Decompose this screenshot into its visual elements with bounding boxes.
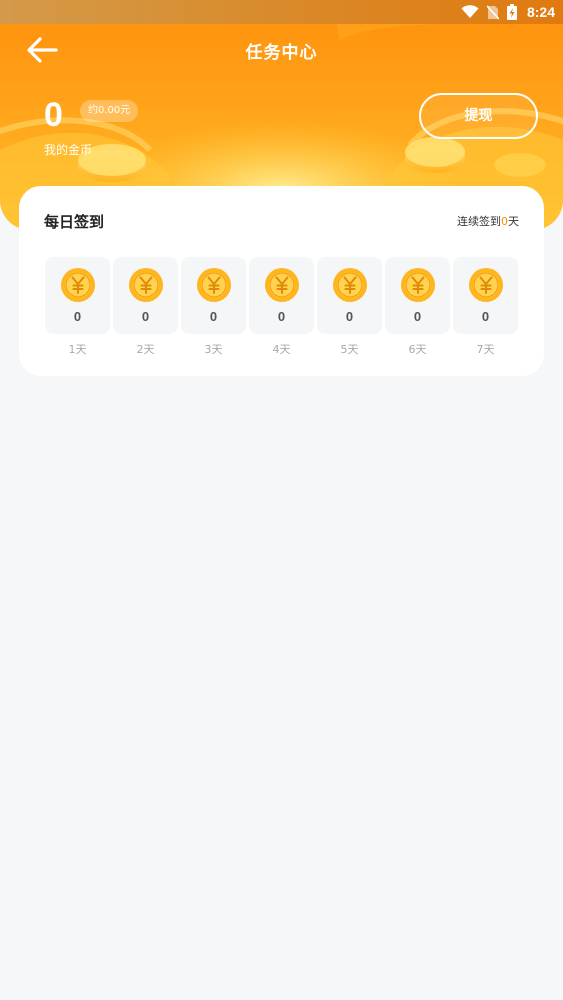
withdraw-button[interactable]: 提现 [419,93,538,139]
yuan-coin-icon [468,268,503,302]
yuan-coin-icon [264,268,299,302]
checkin-day: 0 5天 [317,257,382,357]
checkin-day-coins: 0 [413,309,422,324]
checkin-day: 0 3天 [181,257,246,357]
checkin-day-label: 7天 [476,343,495,356]
streak-suffix: 天 [508,215,519,228]
checkin-day-box[interactable]: 0 [45,257,110,334]
status-time: 8:24 [526,4,555,20]
checkin-day-label: 4天 [272,343,291,356]
checkin-day-coins: 0 [209,309,218,324]
coin-balance: 0 [44,96,63,134]
yuan-coin-icon [60,268,95,302]
checkin-day: 0 2天 [113,257,178,357]
coin-balance-label: 我的金币 [44,143,93,157]
checkin-day-coins: 0 [141,309,150,324]
checkin-day-box[interactable]: 0 [385,257,450,334]
wifi-icon [461,5,479,19]
yuan-coin-icon [400,268,435,302]
checkin-day-box[interactable]: 0 [249,257,314,334]
yuan-coin-icon [196,268,231,302]
yuan-coin-icon [332,268,367,302]
checkin-day-label: 5天 [340,343,359,356]
checkin-day-box[interactable]: 0 [453,257,518,334]
streak-count: 0 [501,215,508,228]
checkin-day-coins: 0 [73,309,82,324]
checkin-days: 0 1天 0 2天 0 3天 0 4天 0 5天 0 6天 0 7天 [45,257,518,357]
daily-checkin-card: 每日签到 连续签到0天 0 1天 0 2天 0 3天 0 4天 0 5天 0 6… [19,186,544,376]
no-sim-icon [486,4,499,20]
battery-charging-icon [506,4,517,20]
page-title: 任务中心 [245,43,318,63]
yuan-coin-icon [128,268,163,302]
checkin-title: 每日签到 [44,213,105,231]
checkin-day-box[interactable]: 0 [317,257,382,334]
checkin-day-box[interactable]: 0 [181,257,246,334]
checkin-day: 0 6天 [385,257,450,357]
checkin-day-coins: 0 [345,309,354,324]
checkin-day: 0 7天 [453,257,518,357]
checkin-day: 0 1天 [45,257,110,357]
checkin-day-label: 6天 [408,343,427,356]
streak-text: 连续签到0天 [457,214,519,230]
checkin-day-coins: 0 [481,309,490,324]
checkin-day-label: 3天 [204,343,223,356]
streak-prefix: 连续签到 [457,215,501,228]
status-bar: 8:24 [0,0,563,24]
checkin-day-label: 1天 [68,343,87,356]
checkin-day: 0 4天 [249,257,314,357]
checkin-day-box[interactable]: 0 [113,257,178,334]
approx-value-badge: 约0.00元 [80,100,139,122]
checkin-day-coins: 0 [277,309,286,324]
task-center-page: 8:24 任务中心 0 约0.00元 我的金币 提现 每日签到 连续签到0天 0… [0,0,563,1000]
checkin-day-label: 2天 [136,343,155,356]
status-icons: 8:24 [461,2,555,22]
